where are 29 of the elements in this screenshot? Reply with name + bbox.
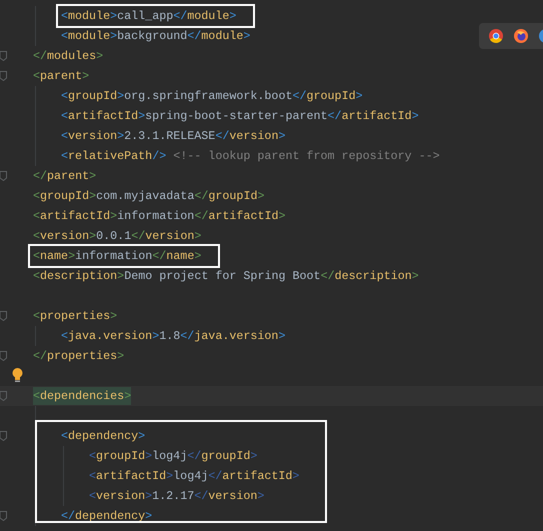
fold-icon[interactable] — [0, 351, 7, 361]
code-line: <module>background</module> — [61, 28, 250, 45]
fold-icon[interactable] — [0, 431, 7, 441]
fold-icon[interactable] — [0, 391, 7, 401]
code-line: <java.version>1.8</java.version> — [61, 328, 286, 345]
code-line: <dependency> — [61, 428, 146, 445]
code-line: <properties> — [33, 308, 118, 325]
code-line: <relativePath/> <!-- lookup parent from repository --> — [61, 148, 440, 165]
code-line: </parent> — [33, 168, 96, 185]
code-line: <groupId>com.myjavadata</groupId> — [33, 188, 264, 205]
code-line: <groupId>log4j</groupId> — [89, 448, 258, 465]
code-line: </dependency> — [61, 508, 152, 525]
code-line: <version>1.2.17</version> — [89, 488, 264, 505]
fold-icon[interactable] — [0, 511, 7, 521]
code-line: <parent> — [33, 68, 90, 85]
browser-icon[interactable] — [489, 29, 503, 43]
code-line: <artifactId>information</artifactId> — [33, 208, 286, 225]
fold-icon[interactable] — [0, 311, 7, 321]
code-line: </properties> — [33, 348, 124, 365]
code-line: <version>0.0.1</version> — [33, 228, 202, 245]
fold-icon[interactable] — [0, 171, 7, 181]
code-line: <artifactId>spring-boot-starter-parent</artifactId> — [61, 108, 419, 125]
code-line: <groupId>org.springframework.boot</groupId> — [61, 88, 363, 105]
code-line: </modules> — [33, 48, 104, 65]
code-line: <artifactId>log4j</artifactId> — [89, 468, 300, 485]
browser-icon[interactable] — [514, 29, 528, 43]
code-line: <description>Demo project for Spring Boot</description> — [33, 268, 419, 285]
lightbulb-icon[interactable] — [12, 368, 23, 383]
code-line: <version>2.3.1.RELEASE</version> — [61, 128, 286, 145]
